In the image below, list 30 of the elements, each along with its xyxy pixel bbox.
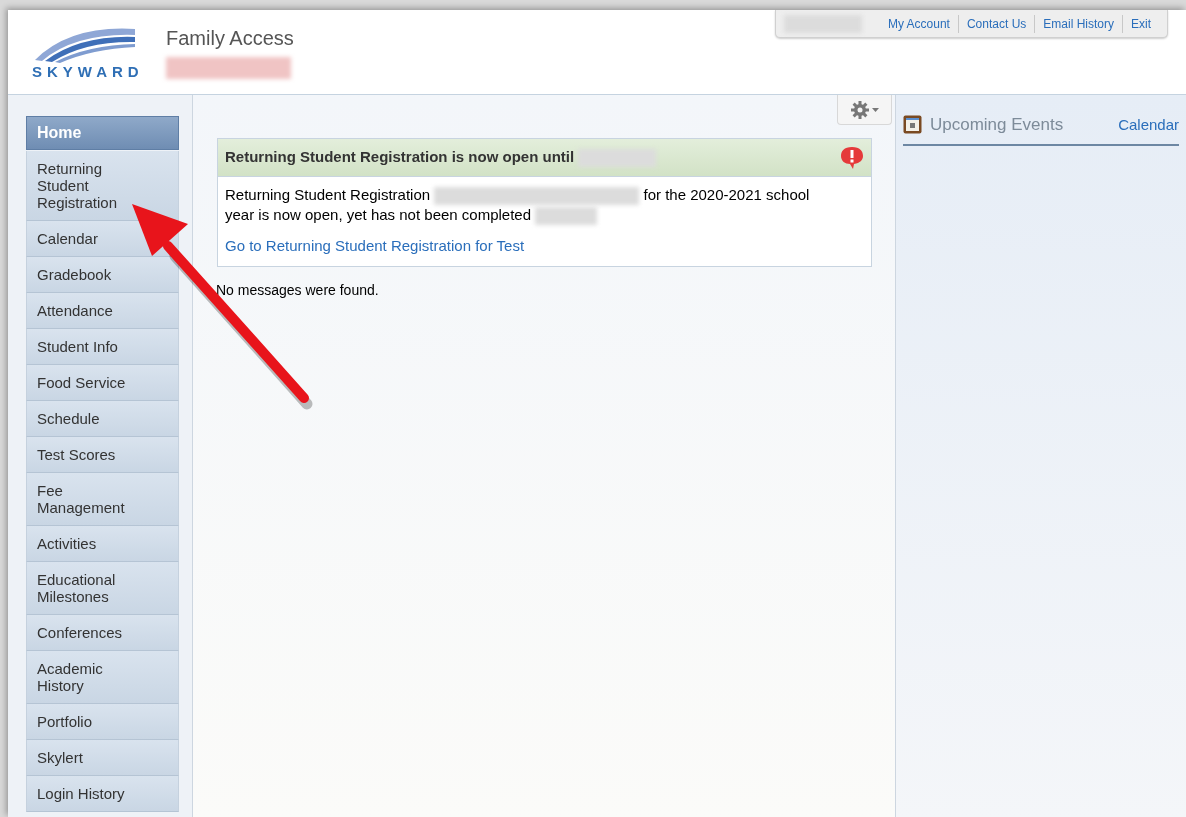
nav-item[interactable]: Login History	[26, 776, 179, 812]
header-link[interactable]: My Account	[879, 14, 959, 33]
calendar-link[interactable]: Calendar	[1118, 113, 1179, 136]
gear-icon	[850, 100, 879, 119]
nav-item[interactable]: Gradebook	[26, 257, 179, 293]
registration-link[interactable]: Go to Returning Student Registration for Test	[225, 235, 525, 258]
app-title: Family Access	[166, 26, 294, 51]
nav-item[interactable]: Portfolio	[26, 704, 179, 740]
nav-item[interactable]: Activities	[26, 526, 179, 562]
message-text: Returning Student Registration for the 2020-2021 school year is now open, yet has not been completed	[225, 185, 811, 226]
nav-item[interactable]: Academic History	[26, 651, 179, 704]
nav-item[interactable]: Schedule	[26, 401, 179, 437]
nav-item[interactable]: Returning Student Registration	[26, 151, 179, 221]
calendar-icon	[903, 115, 922, 135]
panel-title: Upcoming Events	[930, 114, 1064, 136]
nav-item[interactable]: Skylert	[26, 740, 179, 776]
settings-button[interactable]	[837, 95, 892, 125]
nav-item[interactable]: Food Service	[26, 365, 179, 401]
nav-item[interactable]: Conferences	[26, 615, 179, 651]
empty-message: No messages were found.	[216, 280, 380, 300]
message-title: Returning Student Registration is now open until	[225, 146, 657, 169]
nav-item[interactable]: Educational Milestones	[26, 562, 179, 615]
alert-icon	[840, 145, 864, 170]
nav-item[interactable]: Test Scores	[26, 437, 179, 473]
header-link[interactable]: Exit	[1123, 14, 1159, 33]
header-link[interactable]: Contact Us	[958, 14, 1036, 33]
nav-item[interactable]: Attendance	[26, 293, 179, 329]
nav-item[interactable]: Student Info	[26, 329, 179, 365]
nav-item[interactable]: Fee Management	[26, 473, 179, 526]
header-link[interactable]: Email History	[1035, 14, 1123, 33]
